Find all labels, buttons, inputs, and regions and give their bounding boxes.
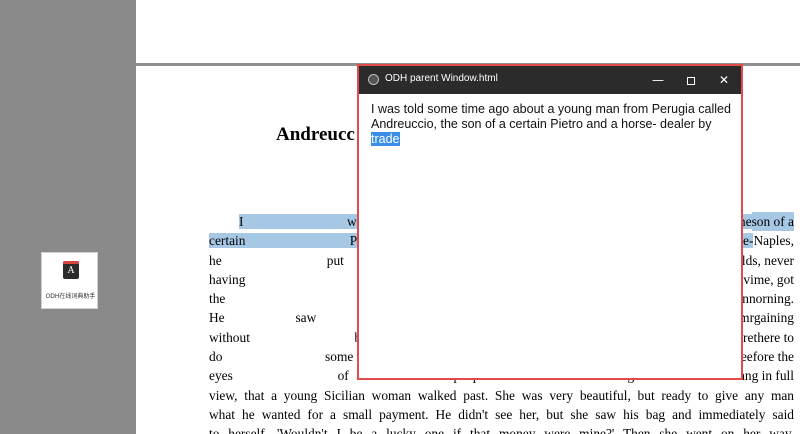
line-right-text: ime, got [750,271,794,287]
odh-launcher-tile[interactable]: A ODH在线词典助手 [41,252,98,309]
line-right-text: son of a [751,212,794,232]
odh-popup-window[interactable]: ODH parent Window.html — ✕ I was told so… [357,64,743,380]
paragraph-line: what he wanted for a small payment. He d… [209,405,794,424]
window-app-icon [368,74,379,85]
line-right-text: Naples, [753,233,794,249]
close-button[interactable]: ✕ [707,66,741,94]
line-right-text: efore the [746,349,794,365]
window-titlebar[interactable]: ODH parent Window.html — ✕ [359,66,741,94]
left-panel: A ODH在线词典助手 [0,0,136,434]
selected-word[interactable]: trade [371,132,400,146]
line-right-text: s, never [752,252,794,268]
line-right-text: rgaining [749,310,794,326]
maximize-icon [687,76,695,85]
app-label: ODH在线词典助手 [45,293,96,300]
line-left-text: what he wanted for a small payment. He d… [209,406,794,422]
minimize-icon: — [652,73,664,87]
window-title: ODH parent Window.html [385,73,498,84]
line-left-text: view, that a young Sicilian woman walked… [209,387,794,403]
paragraph-line: to herself, 'Wouldn't I be a lucky one i… [209,424,794,434]
document-title: Andreucc [276,124,355,145]
popup-text[interactable]: I was told some time ago about a young m… [371,102,733,147]
popup-text-body: I was told some time ago about a young m… [371,102,731,131]
maximize-button[interactable] [674,66,708,94]
line-left-text: to herself, 'Wouldn't I be a lucky one i… [209,426,794,434]
line-right-text: norning. [748,291,794,307]
paragraph-line: view, that a young Sicilian woman walked… [209,386,794,405]
dictionary-app-icon: A [63,261,79,279]
minimize-button[interactable]: — [641,66,675,94]
app-icon-glyph: A [67,266,75,276]
close-icon: ✕ [718,73,730,87]
icon-bar [63,261,79,264]
line-right-text: there to [753,329,794,345]
line-right-text: g in full [751,368,794,384]
